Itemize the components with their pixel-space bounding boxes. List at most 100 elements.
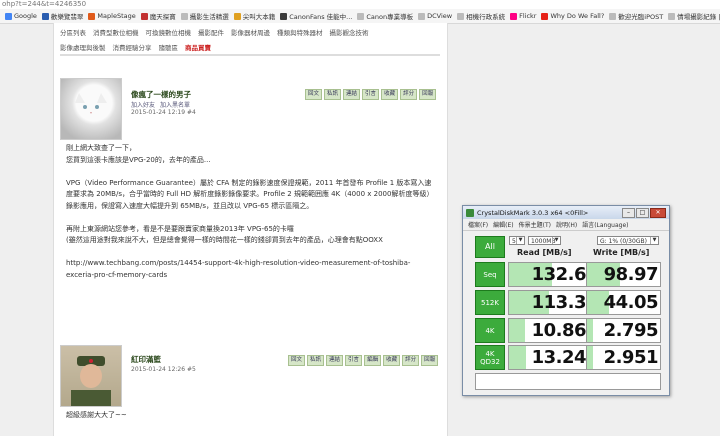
post-action-button[interactable]: 收藏 <box>381 89 399 100</box>
post-action-button[interactable]: 連結 <box>343 89 361 100</box>
post-action-button[interactable]: 評分 <box>400 89 418 100</box>
cdm-titlebar[interactable]: CrystalDiskMark 3.0.3 x64 <0Fill> – □ ✕ <box>463 206 669 219</box>
post-paragraph: (雖然這用途對我來說不大，但是總會覺得一樣的時間花一樣的錢卻買到去年的產品，心理… <box>66 236 383 244</box>
avatar-soldier[interactable] <box>60 345 122 407</box>
read-result-cell: 10.86 <box>508 318 589 343</box>
bookmark-item[interactable]: MapleStage <box>88 12 136 20</box>
forum-nav-link[interactable]: 消費經驗分享 <box>113 44 152 52</box>
avatar-cat[interactable] <box>60 78 122 140</box>
flickr-icon <box>510 12 518 20</box>
post-action-button[interactable]: 評分 <box>402 355 420 366</box>
bookmark-item[interactable]: 尖叫大本籍 <box>233 11 275 21</box>
window-controls: – □ ✕ <box>621 208 666 218</box>
forum-nav-link[interactable]: 攝影配件 <box>198 29 224 37</box>
post-paragraph: 超級感謝大大了~~ <box>66 411 127 419</box>
post-action-button[interactable]: 引言 <box>345 355 363 366</box>
cdm-menu-item[interactable]: 說明(H) <box>556 220 577 229</box>
minimize-button[interactable]: – <box>622 208 635 218</box>
cdm-menu-item[interactable]: 檔案(F) <box>468 220 488 229</box>
read-value: 113.3 <box>531 292 587 313</box>
bookmark-item[interactable]: DCView <box>418 12 452 20</box>
read-value: 132.6 <box>531 264 587 285</box>
post-action-button[interactable]: 回文 <box>288 355 306 366</box>
post-action-button[interactable]: 私訊 <box>324 89 342 100</box>
bookmark-item[interactable]: Flickr <box>510 12 536 20</box>
read-result-cell: 113.3 <box>508 290 589 315</box>
post-paragraph <box>66 166 436 178</box>
bookmark-item[interactable]: Canon專業導板 <box>357 11 413 21</box>
forum-nav-link[interactable]: 影像器材周邊 <box>231 29 270 37</box>
read-result-cell: 13.24 <box>508 345 589 370</box>
cdm-menu-item[interactable]: 佈景主題(T) <box>519 220 551 229</box>
post-buttons: 回文 私訊 連結 引言 編輯 收藏 評分 回報 <box>286 355 439 366</box>
forum-nav-link[interactable]: 分區列表 <box>60 29 86 37</box>
test-button[interactable]: Seq <box>475 262 505 287</box>
bookmark-item[interactable]: Google <box>5 12 37 20</box>
post-paragraph: 您買到這張卡應該是VPG-20的，去年的產品... <box>66 155 211 164</box>
page-icon <box>357 12 365 20</box>
test-button[interactable]: 4K <box>475 318 505 343</box>
bookmark-item[interactable]: CanonFans 佳能中... <box>280 11 352 21</box>
add-blacklist-link[interactable]: 加入黑名單 <box>160 102 190 109</box>
bookmark-item[interactable]: 歡迎光臨iPOST <box>609 11 663 21</box>
bookmark-item[interactable]: 相機行政系統 <box>457 11 505 21</box>
user-links: 加入好友 加入黑名單 <box>131 100 190 109</box>
post-action-button[interactable]: 收藏 <box>383 355 401 366</box>
cdm-menubar: 檔案(F) 編輯(E) 佈景主題(T) 說明(H) 語言(Language) <box>463 219 669 231</box>
nav-divider <box>60 54 440 56</box>
post-action-button[interactable]: 私訊 <box>307 355 325 366</box>
forum-nav-link[interactable]: 影像處理與後製 <box>60 44 106 52</box>
write-result-cell: 2.795 <box>586 318 661 343</box>
bookmark-item[interactable]: 情場攝影紀錄 | 寶莉 <box>668 11 720 21</box>
bookmark-icon <box>280 12 288 20</box>
post-action-button[interactable]: 引言 <box>362 89 380 100</box>
post-date: 2015-01-24 12:19 #4 <box>131 109 196 116</box>
url-fragment: ohp?t=244&t=4246350 <box>0 0 720 9</box>
read-level-bar <box>509 319 525 342</box>
forum-nav-link[interactable]: 可換鏡數位相機 <box>146 29 192 37</box>
bookmark-item[interactable]: 魔天探寶 <box>140 11 176 21</box>
bookmark-item[interactable]: Why Do We Fall? <box>541 12 604 20</box>
all-button[interactable]: All <box>475 236 505 258</box>
post-action-button[interactable]: 連結 <box>326 355 344 366</box>
forum-nav-link[interactable]: 攝影觀念技術 <box>330 29 369 37</box>
post-paragraph: 剛上網大致查了一下， <box>66 144 136 152</box>
write-value: 98.97 <box>603 264 659 285</box>
forum-nav-row2: 影像處理與後製 消費經驗分享 隨聽區 商品買賣 <box>60 42 218 52</box>
write-level-bar <box>587 319 593 342</box>
write-result-cell: 44.05 <box>586 290 661 315</box>
google-icon <box>5 12 12 20</box>
forum-nav-link[interactable]: 消費型數位相機 <box>93 29 139 37</box>
post-username[interactable]: 像瘋了一樣的男子 <box>131 89 191 100</box>
bookmark-item[interactable]: 歡樂覽翡翠 <box>41 11 83 21</box>
forum-nav-link[interactable]: 種類與特殊器材 <box>277 29 323 37</box>
test-button[interactable]: 512K <box>475 290 505 315</box>
post-body: 剛上網大致查了一下， 您買到這張卡應該是VPG-20的，去年的產品... VPG（… <box>66 143 436 281</box>
forum-nav-link[interactable]: 隨聽區 <box>159 44 179 52</box>
cdm-menu-item[interactable]: 編輯(E) <box>493 220 513 229</box>
post-paragraph: 再附上東源網站您參考，看是不是要跟賣家商量換2013年 VPG-65的卡囉 <box>66 224 294 233</box>
read-header: Read [MB/s] <box>517 248 572 257</box>
cdm-menu-item[interactable]: 語言(Language) <box>582 220 628 229</box>
cdm-title: CrystalDiskMark 3.0.3 x64 <0Fill> <box>477 208 589 217</box>
page-icon <box>609 12 617 20</box>
size-select[interactable]: 1000MB ▼ <box>528 236 561 245</box>
post-action-button[interactable]: 編輯 <box>364 355 382 366</box>
page-icon <box>668 12 676 20</box>
add-friend-link[interactable]: 加入好友 <box>131 102 155 109</box>
write-header: Write [MB/s] <box>593 248 650 257</box>
close-button[interactable]: ✕ <box>650 208 666 218</box>
forum-nav-link-hot[interactable]: 商品買賣 <box>185 44 211 52</box>
post-action-button[interactable]: 回文 <box>305 89 323 100</box>
post-username[interactable]: 紅印滿籃 <box>131 354 161 365</box>
drive-select[interactable]: G: 1% (0/30GB) ▼ <box>597 236 659 245</box>
bookmark-item[interactable]: 攝影生活精選 <box>180 11 229 21</box>
post-action-button[interactable]: 回報 <box>421 355 439 366</box>
post-link[interactable]: http://www.techbang.com/posts/14454-supp… <box>66 258 436 281</box>
maximize-button[interactable]: □ <box>636 208 649 218</box>
post-action-button[interactable]: 回報 <box>419 89 437 100</box>
cdm-status-box <box>475 373 661 390</box>
count-select[interactable]: 5 ▼ <box>509 236 525 245</box>
test-button[interactable]: 4K QD32 <box>475 345 505 370</box>
page-icon <box>180 12 188 20</box>
